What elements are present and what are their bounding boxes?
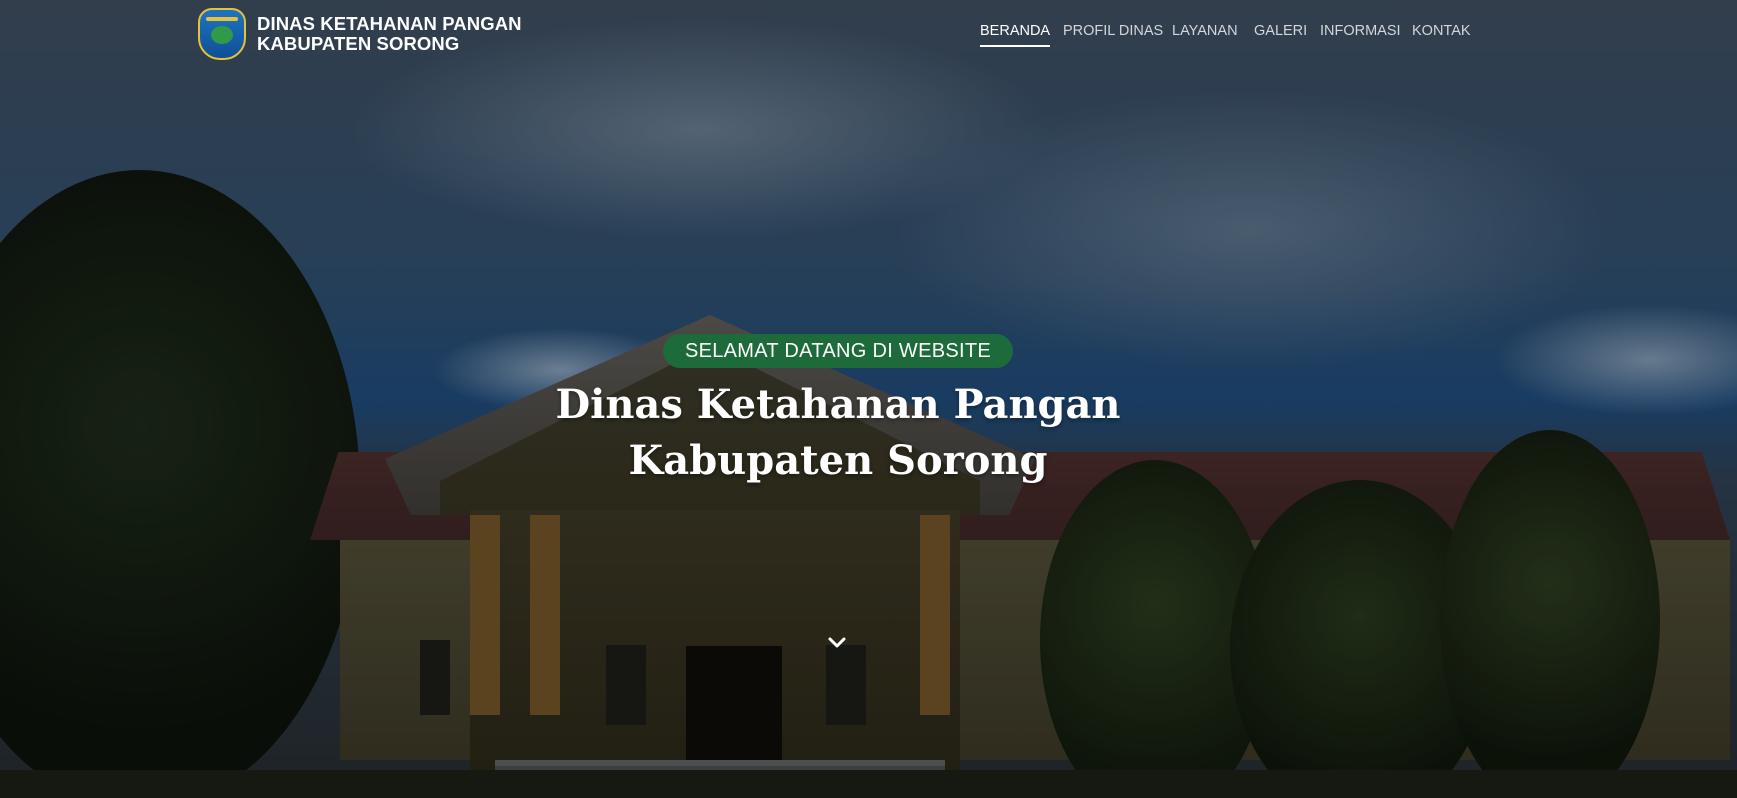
brand-name: DINAS KETAHANAN PANGAN KABUPATEN SORONG xyxy=(257,14,522,54)
nav-item-layanan[interactable]: LAYANAN xyxy=(1172,23,1238,39)
nav-item-kontak[interactable]: KONTAK xyxy=(1412,23,1471,39)
scroll-down-button[interactable] xyxy=(826,632,848,654)
nav-item-informasi[interactable]: INFORMASI xyxy=(1320,23,1401,39)
regency-emblem-logo xyxy=(198,8,246,60)
brand[interactable]: DINAS KETAHANAN PANGAN KABUPATEN SORONG xyxy=(198,8,522,60)
logo-emblem xyxy=(211,26,233,44)
hero-title-line-2: Kabupaten Sorong xyxy=(628,437,1048,484)
hero-title: Dinas Ketahanan Pangan Kabupaten Sorong xyxy=(468,377,1208,489)
logo-stripe xyxy=(206,17,238,21)
chevron-down-icon xyxy=(828,637,846,648)
welcome-badge: SELAMAT DATANG DI WEBSITE xyxy=(663,334,1013,368)
nav-item-galeri[interactable]: GALERI xyxy=(1254,23,1307,39)
nav-item-profil-dinas[interactable]: PROFIL DINAS xyxy=(1063,23,1163,39)
brand-line-2: KABUPATEN SORONG xyxy=(257,33,460,54)
hero-title-line-1: Dinas Ketahanan Pangan xyxy=(555,381,1121,428)
nav-item-beranda[interactable]: BERANDA xyxy=(980,23,1051,47)
brand-line-1: DINAS KETAHANAN PANGAN xyxy=(257,13,522,34)
